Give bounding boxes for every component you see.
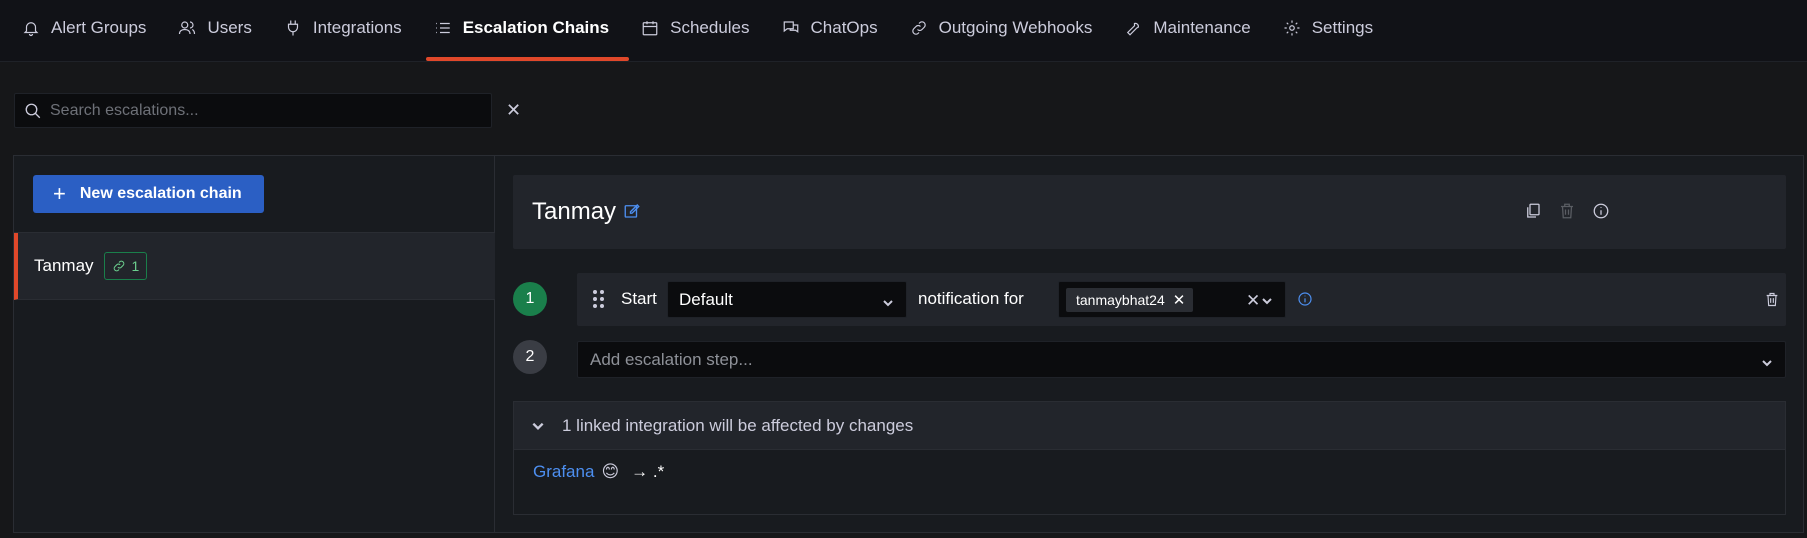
list-icon xyxy=(435,22,450,34)
chevron-down-icon xyxy=(532,422,544,430)
wrench-icon xyxy=(1127,22,1140,36)
linked-header-text: 1 linked integration will be affected by… xyxy=(562,415,914,435)
gear-icon xyxy=(1284,20,1300,36)
add-escalation-step-select[interactable]: Add escalation step... xyxy=(577,341,1786,378)
linked-integration-row: Grafana 😊 → .* xyxy=(533,462,664,482)
users-icon xyxy=(179,21,196,35)
plus-icon: + xyxy=(53,181,66,206)
tab-bar: Alert Groups Users Integrations Escalati… xyxy=(0,0,1807,62)
add-step-placeholder: Add escalation step... xyxy=(590,349,753,369)
tab-label: Schedules xyxy=(670,18,750,37)
clear-users-icon[interactable]: ✕ xyxy=(1246,291,1260,311)
tab-label: Alert Groups xyxy=(51,18,147,37)
info-icon[interactable] xyxy=(1297,291,1313,307)
remove-user-icon[interactable]: ✕ xyxy=(1173,291,1186,309)
tab-label: Integrations xyxy=(312,18,402,37)
tab-settings[interactable]: Settings xyxy=(1275,0,1393,61)
chain-list: + New escalation chain Tanmay 1 xyxy=(14,156,495,532)
info-icon[interactable] xyxy=(1592,202,1610,220)
start-label: Start xyxy=(621,289,657,308)
link-icon xyxy=(911,21,926,35)
notification-for-label: notification for xyxy=(918,289,1024,308)
tab-label: ChatOps xyxy=(810,18,878,37)
tab-maintenance[interactable]: Maintenance xyxy=(1116,0,1270,61)
notify-type-value: Default xyxy=(679,289,733,309)
notify-type-select[interactable]: Default xyxy=(667,281,907,318)
escalation-step: Start Default notification for tanmaybha… xyxy=(577,273,1786,326)
plug-icon xyxy=(287,20,298,36)
step-number: 1 xyxy=(513,282,547,316)
drag-handle-icon[interactable] xyxy=(593,290,605,308)
chain-item-tanmay[interactable]: Tanmay 1 xyxy=(14,233,495,300)
linked-count: 1 xyxy=(131,258,140,274)
tab-label: Maintenance xyxy=(1153,18,1251,37)
chain-header: Tanmay xyxy=(513,175,1786,249)
search-box xyxy=(14,93,492,128)
linked-count-badge: 1 xyxy=(103,252,148,280)
chevron-down-icon xyxy=(1761,354,1773,367)
tab-chatops[interactable]: ChatOps xyxy=(774,0,898,61)
users-multiselect[interactable]: tanmaybhat24 ✕ ✕ xyxy=(1058,281,1286,318)
calendar-icon xyxy=(642,21,658,36)
tab-escalation-chains[interactable]: Escalation Chains xyxy=(425,0,630,61)
tab-label: Escalation Chains xyxy=(462,18,610,37)
route-text: → .* xyxy=(631,462,665,481)
new-button-label: New escalation chain xyxy=(79,185,242,202)
tab-label: Users xyxy=(207,18,252,37)
linked-integrations-toggle[interactable]: 1 linked integration will be affected by… xyxy=(514,402,1785,450)
user-tag-label: tanmaybhat24 xyxy=(1076,292,1165,308)
tab-alert-groups[interactable]: Alert Groups xyxy=(14,0,166,61)
link-icon xyxy=(113,260,124,272)
edit-icon[interactable] xyxy=(623,202,641,220)
delete-chain-icon[interactable] xyxy=(1558,202,1576,220)
page-content: ✕ + New escalation chain Tanmay 1 Tanmay xyxy=(0,62,1807,538)
tab-schedules[interactable]: Schedules xyxy=(633,0,769,61)
tab-users[interactable]: Users xyxy=(170,0,271,61)
user-tag: tanmaybhat24 ✕ xyxy=(1066,288,1194,312)
main-panel: + New escalation chain Tanmay 1 Tanmay 1… xyxy=(13,155,1804,533)
chain-title: Tanmay xyxy=(532,198,617,225)
linked-integrations: 1 linked integration will be affected by… xyxy=(513,401,1786,515)
tab-outgoing-webhooks[interactable]: Outgoing Webhooks xyxy=(902,0,1113,61)
bell-icon xyxy=(23,22,39,37)
chain-name: Tanmay xyxy=(34,256,94,275)
search-input[interactable] xyxy=(50,101,470,120)
tab-integrations[interactable]: Integrations xyxy=(276,0,422,61)
search-icon xyxy=(25,103,41,118)
chat-icon xyxy=(783,21,798,33)
tab-label: Settings xyxy=(1311,18,1374,37)
chevron-down-icon[interactable] xyxy=(1261,294,1273,306)
copy-icon[interactable] xyxy=(1524,202,1542,220)
new-escalation-chain-button[interactable]: + New escalation chain xyxy=(33,175,264,213)
chevron-down-icon xyxy=(882,294,894,307)
tab-label: Outgoing Webhooks xyxy=(938,18,1093,37)
integration-emoji: 😊 xyxy=(601,462,620,482)
clear-search-icon[interactable]: ✕ xyxy=(506,100,521,121)
integration-link[interactable]: Grafana xyxy=(533,462,594,482)
step-number: 2 xyxy=(513,340,547,374)
delete-step-icon[interactable] xyxy=(1764,291,1780,308)
